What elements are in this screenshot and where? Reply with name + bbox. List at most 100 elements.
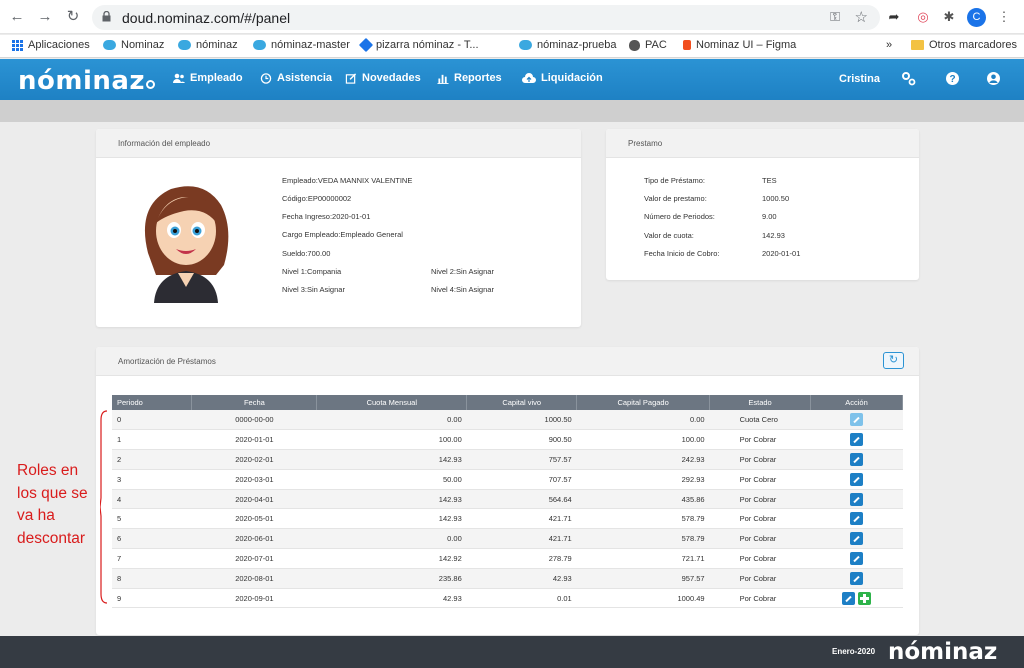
- employee-level-1: Nivel 1:Compania: [282, 267, 342, 276]
- edit-icon[interactable]: [850, 433, 864, 447]
- edit-icon[interactable]: [842, 591, 856, 605]
- column-header: Fecha: [191, 395, 318, 410]
- edit-icon[interactable]: [850, 452, 864, 466]
- share-icon[interactable]: ➦: [886, 9, 902, 25]
- table-cell: 292.93: [576, 469, 710, 490]
- bookmark-item[interactable]: Nominaz UI – Figma: [683, 39, 796, 51]
- menu-liquidacion[interactable]: Liquidación: [522, 72, 603, 84]
- reload-icon[interactable]: ↻: [64, 8, 82, 26]
- table-cell: 0.00: [316, 410, 467, 431]
- amortization-panel: Amortización de Préstamos ↻ Periodo Fech…: [96, 347, 919, 635]
- bookmark-item[interactable]: PAC: [629, 39, 667, 51]
- table-cell: 435.86: [576, 489, 710, 510]
- bookmark-label: Nominaz UI – Figma: [696, 39, 797, 51]
- table-cell: 564.64: [466, 489, 577, 510]
- table-cell: 1000.49: [576, 588, 710, 609]
- lock-icon: [102, 11, 111, 22]
- address-bar[interactable]: doud.nominaz.com/#/panel ⚿ ☆: [92, 5, 880, 30]
- table-cell: 4: [112, 489, 192, 510]
- add-icon[interactable]: [858, 591, 872, 605]
- figma-icon: [683, 40, 691, 50]
- app-logo[interactable]: nóminaz: [18, 66, 156, 96]
- employee-level-3: Nivel 3:Sin Asignar: [282, 285, 345, 294]
- bookmark-label: Aplicaciones: [28, 39, 90, 51]
- app-footer: Enero-2020 nóminaz: [0, 636, 1024, 668]
- edit-icon[interactable]: [850, 472, 864, 486]
- svg-text:?: ?: [949, 74, 955, 85]
- profile-avatar[interactable]: C: [967, 8, 986, 27]
- menu-asistencia[interactable]: Asistencia: [260, 72, 332, 84]
- table-cell: Por Cobrar: [709, 508, 811, 530]
- bookmark-item[interactable]: Nominaz: [103, 39, 164, 51]
- table-cell: 6: [112, 528, 192, 550]
- key-icon[interactable]: ⚿: [830, 9, 840, 25]
- edit-icon[interactable]: [850, 551, 864, 565]
- refresh-button[interactable]: ↻: [883, 352, 904, 369]
- help-icon[interactable]: ?: [945, 71, 960, 86]
- edit-icon[interactable]: [850, 413, 864, 427]
- menu-label: Reportes: [454, 72, 502, 84]
- table-cell: 2020-08-01: [191, 568, 317, 589]
- edit-icon[interactable]: [850, 571, 864, 585]
- menu-label: Liquidación: [541, 72, 603, 84]
- bookmark-apps[interactable]: Aplicaciones: [12, 39, 90, 51]
- folder-icon: [911, 40, 924, 50]
- edit-icon[interactable]: [850, 532, 864, 546]
- table-cell: 1: [112, 429, 192, 451]
- menu-empleado[interactable]: Empleado: [173, 72, 243, 84]
- bookmark-item[interactable]: nóminaz-master: [253, 39, 350, 51]
- back-icon[interactable]: ←: [8, 8, 26, 26]
- table-cell: 421.71: [466, 508, 577, 530]
- cloud-icon: [103, 40, 116, 50]
- menu-reportes[interactable]: Reportes: [437, 72, 502, 84]
- puzzle-icon[interactable]: ✱: [941, 9, 957, 25]
- table-cell: 2020-01-01: [191, 429, 317, 451]
- bookmarks-more[interactable]: »: [886, 39, 892, 51]
- table-row: 6 2020-06-01 0.00 421.71 578.79 Por Cobrar: [112, 528, 903, 550]
- action-cell: [810, 429, 903, 451]
- table-cell: 900.50: [466, 429, 577, 451]
- table-cell: 757.57: [466, 449, 577, 470]
- table-cell: 0000-00-00: [191, 410, 317, 431]
- other-bookmarks[interactable]: Otros marcadores: [911, 39, 1017, 51]
- table-cell: 8: [112, 568, 192, 589]
- table-cell: 2020-09-01: [191, 588, 317, 609]
- forward-icon[interactable]: →: [36, 8, 54, 26]
- star-icon[interactable]: ☆: [855, 8, 868, 26]
- bookmark-item[interactable]: nóminaz: [178, 39, 238, 51]
- table-row: 3 2020-03-01 50.00 707.57 292.93 Por Cobrar: [112, 469, 903, 490]
- action-cell: [810, 588, 903, 609]
- subheader-band: [0, 100, 1024, 122]
- bookmark-label: nóminaz-master: [271, 39, 350, 51]
- bookmark-item[interactable]: pizarra nóminaz - T...: [358, 37, 479, 53]
- table-cell: 721.71: [576, 548, 710, 569]
- column-header: Periodo: [112, 395, 193, 410]
- table-cell: Por Cobrar: [709, 429, 811, 451]
- bookmarks-bar: Aplicaciones Nominaz nóminaz nóminaz-mas…: [0, 35, 1024, 58]
- panel-title: Información del empleado: [96, 129, 581, 158]
- app-header: nóminaz Empleado Asistencia Novedades Re…: [0, 59, 1024, 100]
- column-header: Acción: [810, 395, 903, 410]
- logo-dot: [146, 80, 156, 89]
- bookmark-item[interactable]: nóminaz-prueba: [519, 39, 617, 51]
- table-cell: 2020-05-01: [191, 508, 317, 530]
- settings-icon[interactable]: [901, 71, 916, 86]
- users-icon: [173, 73, 185, 83]
- browser-toolbar: ← → ↻ doud.nominaz.com/#/panel ⚿ ☆ ➦ ◎ ✱…: [0, 0, 1024, 34]
- kebab-menu-icon[interactable]: ⋮: [996, 9, 1012, 25]
- table-cell: 50.00: [316, 469, 467, 490]
- edit-icon[interactable]: [850, 512, 864, 526]
- table-cell: Por Cobrar: [709, 449, 811, 470]
- menu-novedades[interactable]: Novedades: [345, 72, 421, 84]
- table-cell: 2020-03-01: [191, 469, 317, 490]
- bookmark-label: Otros marcadores: [929, 39, 1018, 51]
- column-header: Estado: [709, 395, 812, 410]
- apps-icon: [12, 39, 23, 51]
- user-icon[interactable]: [986, 71, 1001, 86]
- edit-icon[interactable]: [850, 492, 864, 506]
- current-user[interactable]: Cristina: [839, 73, 880, 85]
- table-cell: 0.00: [316, 528, 467, 550]
- bookmark-label: PAC: [645, 39, 667, 51]
- table-cell: 278.79: [466, 548, 577, 569]
- extension-icon[interactable]: ◎: [915, 9, 931, 25]
